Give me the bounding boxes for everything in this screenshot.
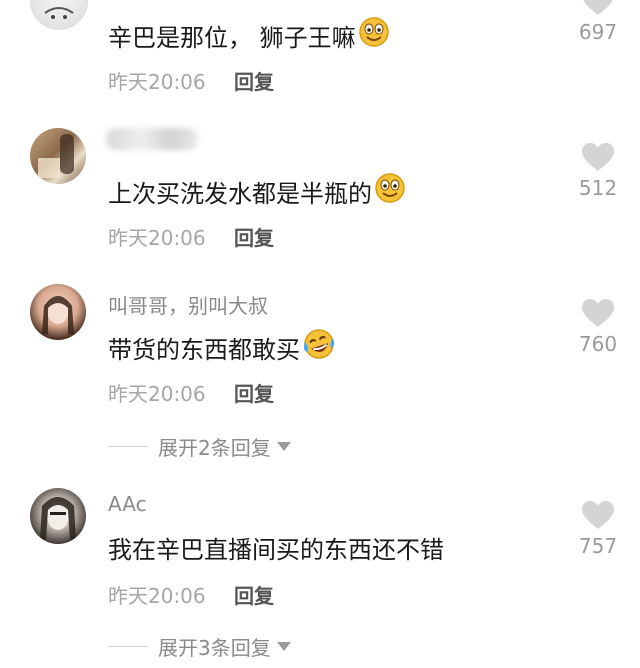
comment-text: 带货的东西都敢买 xyxy=(108,328,336,366)
comment-meta: 昨天20:06 回复 xyxy=(108,66,274,95)
comment-text-content: 我在辛巴直播间买的东西还不错 xyxy=(108,536,444,564)
comment-text: 上次买洗发水都是半瓶的 xyxy=(108,172,406,210)
comment-timestamp: 昨天20:06 xyxy=(108,226,206,250)
like-button[interactable]: 760 xyxy=(572,298,624,356)
comment-text: 辛巴是那位， 狮子王嘛 xyxy=(108,16,390,54)
like-count: 512 xyxy=(578,176,618,200)
reply-button[interactable]: 回复 xyxy=(234,584,274,608)
caret-down-icon xyxy=(276,642,291,651)
comment-meta: 昨天20:06 回复 xyxy=(108,222,274,251)
comment-text-content: 带货的东西都敢买 xyxy=(108,335,300,364)
reply-button[interactable]: 回复 xyxy=(234,382,274,406)
like-count: 757 xyxy=(578,534,618,558)
caret-down-icon xyxy=(276,442,291,451)
expand-replies-label: 展开3条回复 xyxy=(158,636,271,660)
reply-button[interactable]: 回复 xyxy=(234,70,274,94)
expand-replies-button[interactable]: 展开2条回复 xyxy=(108,432,291,461)
grin-emoji-icon xyxy=(358,16,390,54)
comment-text-content: 上次买洗发水都是半瓶的 xyxy=(108,179,372,208)
like-button[interactable]: 697 xyxy=(572,0,624,44)
heart-icon xyxy=(583,0,613,15)
reply-button[interactable]: 回复 xyxy=(234,226,274,250)
like-count: 760 xyxy=(578,332,618,356)
avatar[interactable] xyxy=(30,284,86,340)
comment-timestamp: 昨天20:06 xyxy=(108,584,206,608)
comment-meta: 昨天20:06 回复 xyxy=(108,580,274,609)
heart-icon xyxy=(582,299,614,327)
divider-line xyxy=(108,446,148,447)
comment-timestamp: 昨天20:06 xyxy=(108,70,206,94)
username-obscured[interactable] xyxy=(106,128,198,150)
avatar[interactable] xyxy=(30,128,86,184)
username[interactable]: AAc xyxy=(108,492,147,516)
comment-text-content: 辛巴是那位， 狮子王嘛 xyxy=(108,23,356,52)
avatar[interactable] xyxy=(30,0,88,30)
comment-text: 我在辛巴直播间买的东西还不错 xyxy=(108,530,444,565)
divider-line xyxy=(108,646,148,647)
like-button[interactable]: 512 xyxy=(572,142,624,200)
expand-replies-button[interactable]: 展开3条回复 xyxy=(108,632,291,661)
username[interactable]: 叫哥哥，别叫大叔 xyxy=(108,290,268,319)
heart-icon xyxy=(582,143,614,171)
like-button[interactable]: 757 xyxy=(572,500,624,558)
grin-emoji-icon xyxy=(374,172,406,210)
expand-replies-label: 展开2条回复 xyxy=(158,436,271,460)
heart-icon xyxy=(582,501,614,529)
avatar[interactable] xyxy=(30,488,86,544)
comment-meta: 昨天20:06 回复 xyxy=(108,378,274,407)
laugh-cry-emoji-icon xyxy=(302,328,336,366)
like-count: 697 xyxy=(578,20,618,44)
comment-timestamp: 昨天20:06 xyxy=(108,382,206,406)
